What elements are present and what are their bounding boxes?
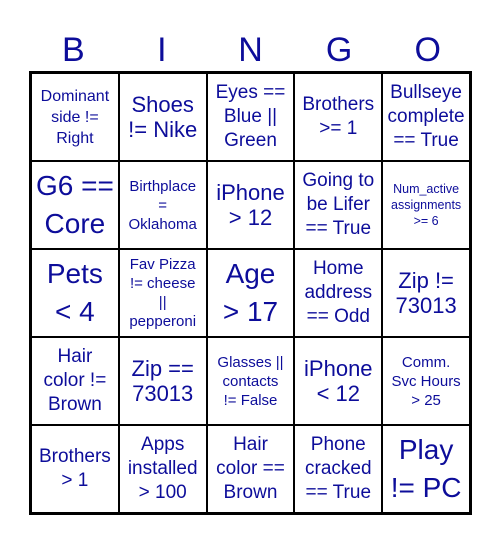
header-letter-n: N — [238, 31, 263, 69]
header-letter-g: G — [325, 31, 353, 69]
bingo-cell[interactable]: Shoes != Nike — [118, 73, 207, 161]
bingo-cell[interactable]: Phone cracked == True — [294, 425, 383, 513]
bingo-cell[interactable]: Brothers >= 1 — [294, 73, 383, 161]
header-letter-o: O — [414, 31, 441, 69]
bingo-cell[interactable]: Fav Pizza != cheese || pepperoni — [118, 249, 207, 337]
bingo-cell[interactable]: Comm. Svc Hours > 25 — [382, 337, 470, 425]
bingo-cell[interactable]: Brothers > 1 — [31, 425, 119, 513]
bingo-cell[interactable]: iPhone < 12 — [294, 337, 383, 425]
bingo-cell[interactable]: Birthplace = Oklahoma — [118, 161, 207, 249]
header-letter-b: B — [61, 31, 85, 69]
bingo-cell[interactable]: Age > 17 — [206, 249, 295, 337]
bingo-header: B I N G O — [29, 28, 472, 72]
bingo-cell[interactable]: Hair color != Brown — [31, 337, 119, 425]
bingo-grid: Dominant side != Right Shoes != Nike Eye… — [29, 71, 472, 515]
bingo-cell[interactable]: iPhone > 12 — [206, 161, 295, 249]
bingo-cell[interactable]: Apps installed > 100 — [118, 425, 207, 513]
bingo-cell[interactable]: Bullseye complete == True — [382, 73, 470, 161]
bingo-cell[interactable]: Glasses || contacts != False — [206, 337, 295, 425]
bingo-cell[interactable]: Home address == Odd — [294, 249, 383, 337]
bingo-cell[interactable]: Num_active assignments >= 6 — [382, 161, 470, 249]
bingo-cell[interactable]: Play != PC — [382, 425, 470, 513]
bingo-cell[interactable]: Zip == 73013 — [118, 337, 207, 425]
bingo-cell[interactable]: Hair color == Brown — [206, 425, 295, 513]
bingo-cell[interactable]: G6 == Core — [31, 161, 119, 249]
header-letter-i: I — [157, 31, 167, 69]
bingo-cell[interactable]: Pets < 4 — [31, 249, 119, 337]
bingo-cell[interactable]: Dominant side != Right — [31, 73, 119, 161]
bingo-cell[interactable]: Going to be Lifer == True — [294, 161, 383, 249]
bingo-cell[interactable]: Zip != 73013 — [382, 249, 470, 337]
bingo-cell[interactable]: Eyes == Blue || Green — [206, 73, 295, 161]
